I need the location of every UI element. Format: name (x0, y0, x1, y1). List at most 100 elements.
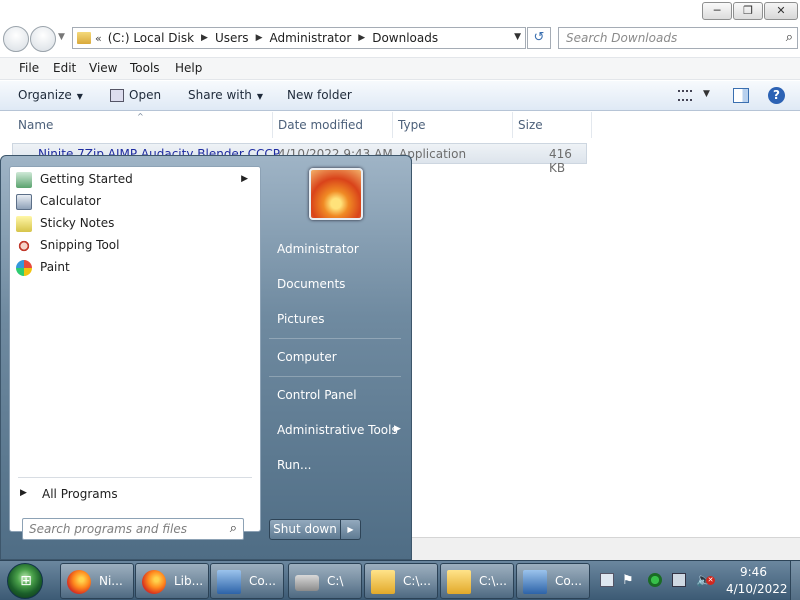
all-programs-button[interactable]: ▶ All Programs (18, 484, 252, 506)
breadcrumb-separator-icon[interactable]: ▶ (358, 33, 365, 43)
address-dropdown-icon[interactable]: ▼ (514, 32, 521, 42)
search-icon[interactable]: ⌕ (786, 30, 793, 45)
folder-icon (77, 32, 91, 44)
taskbar-button-computer-2[interactable]: Co... (516, 563, 590, 599)
address-bar[interactable]: « (C:) Local Disk ▶ Users ▶ Administrato… (72, 27, 526, 49)
security-check-icon[interactable] (648, 573, 662, 587)
network-icon[interactable] (672, 573, 686, 587)
sticky-notes-icon (16, 216, 32, 232)
taskbar-button-label: Ni... (99, 574, 123, 588)
address-overflow-chevron[interactable]: « (95, 32, 102, 45)
start-item-administrative-tools[interactable]: Administrative Tools (269, 417, 405, 443)
taskbar-button-folder[interactable]: C:\... (364, 563, 438, 599)
breadcrumb-local-disk[interactable]: (C:) Local Disk (108, 31, 194, 45)
menu-tools[interactable]: Tools (130, 61, 160, 75)
snipping-tool-icon (16, 238, 32, 254)
help-icon[interactable]: ? (768, 87, 785, 104)
start-item-label: Documents (277, 277, 346, 291)
breadcrumb-users[interactable]: Users (215, 31, 249, 45)
column-divider[interactable] (392, 112, 393, 138)
recent-pages-icon[interactable]: ▼ (58, 32, 65, 42)
maximize-button[interactable]: ❐ (733, 2, 763, 20)
breadcrumb-administrator[interactable]: Administrator (269, 31, 351, 45)
taskbar-button-firefox-libreoffice[interactable]: Lib... (135, 563, 209, 599)
program-label: Paint (40, 260, 70, 274)
start-item-label: Control Panel (277, 388, 357, 402)
submenu-arrow-icon[interactable]: ▶ (394, 424, 401, 434)
taskbar-button-computer[interactable]: Co... (210, 563, 284, 599)
sort-ascending-icon: ^ (137, 112, 144, 121)
program-calculator[interactable]: Calculator (14, 191, 258, 213)
close-button[interactable]: ✕ (764, 2, 798, 20)
program-snipping-tool[interactable]: Snipping Tool (14, 235, 258, 257)
open-button[interactable]: Open (129, 88, 161, 102)
column-header-type[interactable]: Type (398, 118, 426, 132)
change-view-icon[interactable] (678, 90, 692, 101)
title-bar: ─ ❐ ✕ (0, 0, 800, 24)
shut-down-options-arrow-icon[interactable]: ▶ (341, 519, 361, 540)
shut-down-button[interactable]: Shut down (269, 519, 341, 540)
firefox-icon (142, 570, 166, 594)
organize-button[interactable]: Organize ▼ (18, 88, 83, 102)
breadcrumb-separator-icon[interactable]: ▶ (201, 33, 208, 43)
menu-file[interactable]: File (19, 61, 39, 75)
search-placeholder: Search Downloads (566, 31, 678, 45)
clock-date[interactable]: 4/10/2022 (726, 582, 788, 596)
show-desktop-button[interactable] (790, 561, 800, 600)
start-item-label: Pictures (277, 312, 325, 326)
user-picture-avatar[interactable] (309, 168, 363, 220)
forward-button[interactable] (30, 26, 56, 52)
taskbar-button-label: Co... (249, 574, 276, 588)
breadcrumb-downloads[interactable]: Downloads (372, 31, 438, 45)
minimize-button[interactable]: ─ (702, 2, 732, 20)
start-item-label: Administrator (277, 242, 359, 256)
breadcrumb-separator-icon[interactable]: ▶ (256, 33, 263, 43)
flag-icon: ⚑ (622, 573, 634, 588)
program-sticky-notes[interactable]: Sticky Notes (14, 213, 258, 235)
computer-icon (523, 570, 547, 594)
column-headers: Name Date modified Type Size (0, 112, 800, 138)
menu-help[interactable]: Help (175, 61, 202, 75)
menu-view[interactable]: View (89, 61, 117, 75)
tray-document-icon[interactable] (600, 573, 614, 587)
column-header-date-modified[interactable]: Date modified (278, 118, 363, 132)
back-button[interactable] (3, 26, 29, 52)
submenu-arrow-icon[interactable]: ▶ (241, 174, 248, 184)
menu-edit[interactable]: Edit (53, 61, 76, 75)
refresh-button[interactable]: ↺ (527, 27, 551, 49)
start-item-control-panel[interactable]: Control Panel (269, 382, 405, 408)
program-paint[interactable]: Paint (14, 257, 258, 279)
search-input[interactable]: Search Downloads ⌕ (558, 27, 798, 49)
taskbar-button-label: Lib... (174, 574, 204, 588)
chevron-down-icon: ▼ (256, 92, 264, 101)
taskbar-button-folder-downloads[interactable]: C:\... (440, 563, 514, 599)
preview-pane-icon[interactable] (733, 88, 749, 103)
divider (269, 376, 401, 377)
column-header-size[interactable]: Size (518, 118, 543, 132)
start-item-pictures[interactable]: Pictures (269, 306, 405, 332)
column-header-name[interactable]: Name (18, 118, 53, 132)
start-item-run[interactable]: Run... (269, 452, 405, 478)
taskbar-button-firefox-ninite[interactable]: Ni... (60, 563, 134, 599)
start-item-documents[interactable]: Documents (269, 271, 405, 297)
start-search-input[interactable]: Search programs and files ⌕ (22, 518, 244, 540)
start-item-administrator[interactable]: Administrator (269, 236, 405, 262)
chevron-down-icon[interactable]: ▼ (703, 89, 710, 99)
getting-started-icon (16, 172, 32, 188)
start-item-computer[interactable]: Computer (269, 344, 405, 370)
action-center-flag-icon[interactable]: ⚑ (622, 573, 636, 588)
start-menu: Getting Started ▶ Calculator Sticky Note… (0, 155, 412, 560)
column-divider[interactable] (591, 112, 592, 138)
divider (269, 338, 401, 339)
search-icon[interactable]: ⌕ (230, 521, 237, 536)
taskbar-button-c-drive[interactable]: C:\ (288, 563, 362, 599)
column-divider[interactable] (272, 112, 273, 138)
program-getting-started[interactable]: Getting Started ▶ (14, 169, 258, 191)
start-search-placeholder: Search programs and files (29, 522, 187, 536)
folder-download-icon (447, 570, 471, 594)
start-button[interactable]: ⊞ (7, 563, 43, 599)
column-divider[interactable] (512, 112, 513, 138)
clock-time[interactable]: 9:46 (740, 565, 767, 579)
share-with-button[interactable]: Share with ▼ (188, 88, 263, 102)
new-folder-button[interactable]: New folder (287, 88, 352, 102)
